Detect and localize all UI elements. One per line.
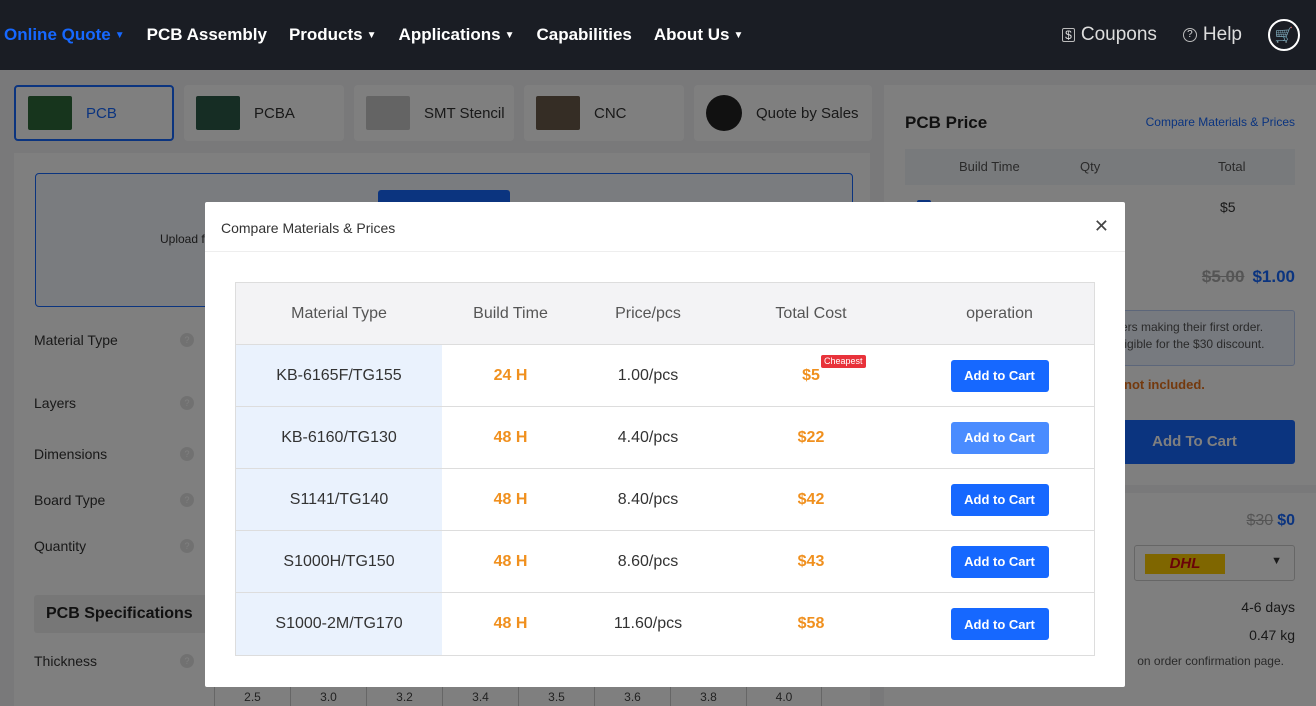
- material-cell: KB-6165F/TG155: [236, 345, 442, 406]
- table-row: KB-6165F/TG155 24 H 1.00/pcs $5 Cheapest…: [236, 345, 1094, 407]
- table-row: KB-6160/TG130 48 H 4.40/pcs $22 Add to C…: [236, 407, 1094, 469]
- top-nav: Online Quote ▼ PCB Assembly Products ▼ App…: [0, 0, 1316, 70]
- add-to-cart-button[interactable]: Add to Cart: [950, 483, 1049, 516]
- material-cell: S1141/TG140: [236, 469, 442, 530]
- chevron-down-icon: ▼: [733, 29, 744, 41]
- build-time-cell: 48 H: [493, 490, 528, 508]
- price-cell: 8.40/pcs: [617, 490, 679, 508]
- col-price-pcs: Price/pcs: [615, 304, 681, 322]
- compare-materials-modal: Compare Materials & Prices ✕ Material Ty…: [205, 202, 1125, 687]
- col-total-cost: Total Cost: [775, 304, 847, 322]
- table-row: S1000-2M/TG170 48 H 11.60/pcs $58 Add to…: [236, 593, 1094, 655]
- table-row: S1000H/TG150 48 H 8.60/pcs $43 Add to Ca…: [236, 531, 1094, 593]
- operation-cell: Add to Cart: [905, 593, 1094, 655]
- material-cell: KB-6160/TG130: [236, 407, 442, 468]
- price-cell: 8.60/pcs: [617, 552, 679, 570]
- total-cell: $42: [797, 490, 825, 508]
- cart-icon[interactable]: 🛒: [1268, 19, 1300, 51]
- add-to-cart-button[interactable]: Add to Cart: [950, 421, 1049, 454]
- total-cell: $5 Cheapest: [717, 345, 905, 406]
- nav-help[interactable]: ? Help: [1182, 24, 1242, 46]
- col-build-time: Build Time: [473, 304, 548, 322]
- add-to-cart-button[interactable]: Add to Cart: [950, 608, 1049, 640]
- nav-products[interactable]: Products ▼: [289, 25, 377, 45]
- nav-online-quote[interactable]: Online Quote ▼: [4, 25, 125, 45]
- compare-table: Material Type Build Time Price/pcs Total…: [235, 282, 1095, 656]
- nav-about-us[interactable]: About Us ▼: [654, 25, 743, 45]
- modal-header: Compare Materials & Prices ✕: [205, 202, 1125, 252]
- nav-pcb-assembly[interactable]: PCB Assembly: [147, 25, 267, 45]
- cheapest-badge: Cheapest: [821, 355, 866, 368]
- modal-title: Compare Materials & Prices: [221, 220, 396, 236]
- build-time-cell: 48 H: [493, 615, 528, 632]
- col-material-type: Material Type: [291, 304, 387, 322]
- build-time-cell: 24 H: [493, 366, 528, 384]
- total-cell: $43: [797, 552, 825, 570]
- compare-table-header: Material Type Build Time Price/pcs Total…: [236, 283, 1094, 345]
- nav-applications[interactable]: Applications ▼: [399, 25, 515, 45]
- close-icon[interactable]: ✕: [1094, 216, 1109, 237]
- chevron-down-icon: ▼: [504, 29, 515, 41]
- operation-cell: Add to Cart: [905, 345, 1094, 406]
- add-to-cart-button[interactable]: Add to Cart: [950, 359, 1049, 392]
- build-time-cell: 48 H: [493, 552, 528, 570]
- add-to-cart-button[interactable]: Add to Cart: [950, 545, 1049, 578]
- build-time-cell: 48 H: [493, 428, 528, 446]
- chevron-down-icon: ▼: [366, 29, 377, 41]
- material-cell: S1000H/TG150: [236, 531, 442, 592]
- total-cell: $22: [797, 428, 825, 446]
- price-cell: 11.60/pcs: [613, 615, 683, 632]
- coupon-icon: $: [1062, 28, 1075, 42]
- operation-cell: Add to Cart: [905, 407, 1094, 468]
- price-cell: 1.00/pcs: [617, 366, 679, 384]
- col-operation: operation: [966, 304, 1033, 322]
- nav-coupons[interactable]: $ Coupons: [1062, 24, 1157, 46]
- price-cell: 4.40/pcs: [617, 428, 679, 446]
- total-cell: $58: [797, 615, 825, 632]
- operation-cell: Add to Cart: [905, 469, 1094, 530]
- chevron-down-icon: ▼: [114, 29, 125, 41]
- table-row: S1141/TG140 48 H 8.40/pcs $42 Add to Car…: [236, 469, 1094, 531]
- question-icon: ?: [1182, 28, 1197, 42]
- material-cell: S1000-2M/TG170: [236, 593, 442, 655]
- nav-capabilities[interactable]: Capabilities: [536, 25, 631, 45]
- operation-cell: Add to Cart: [905, 531, 1094, 592]
